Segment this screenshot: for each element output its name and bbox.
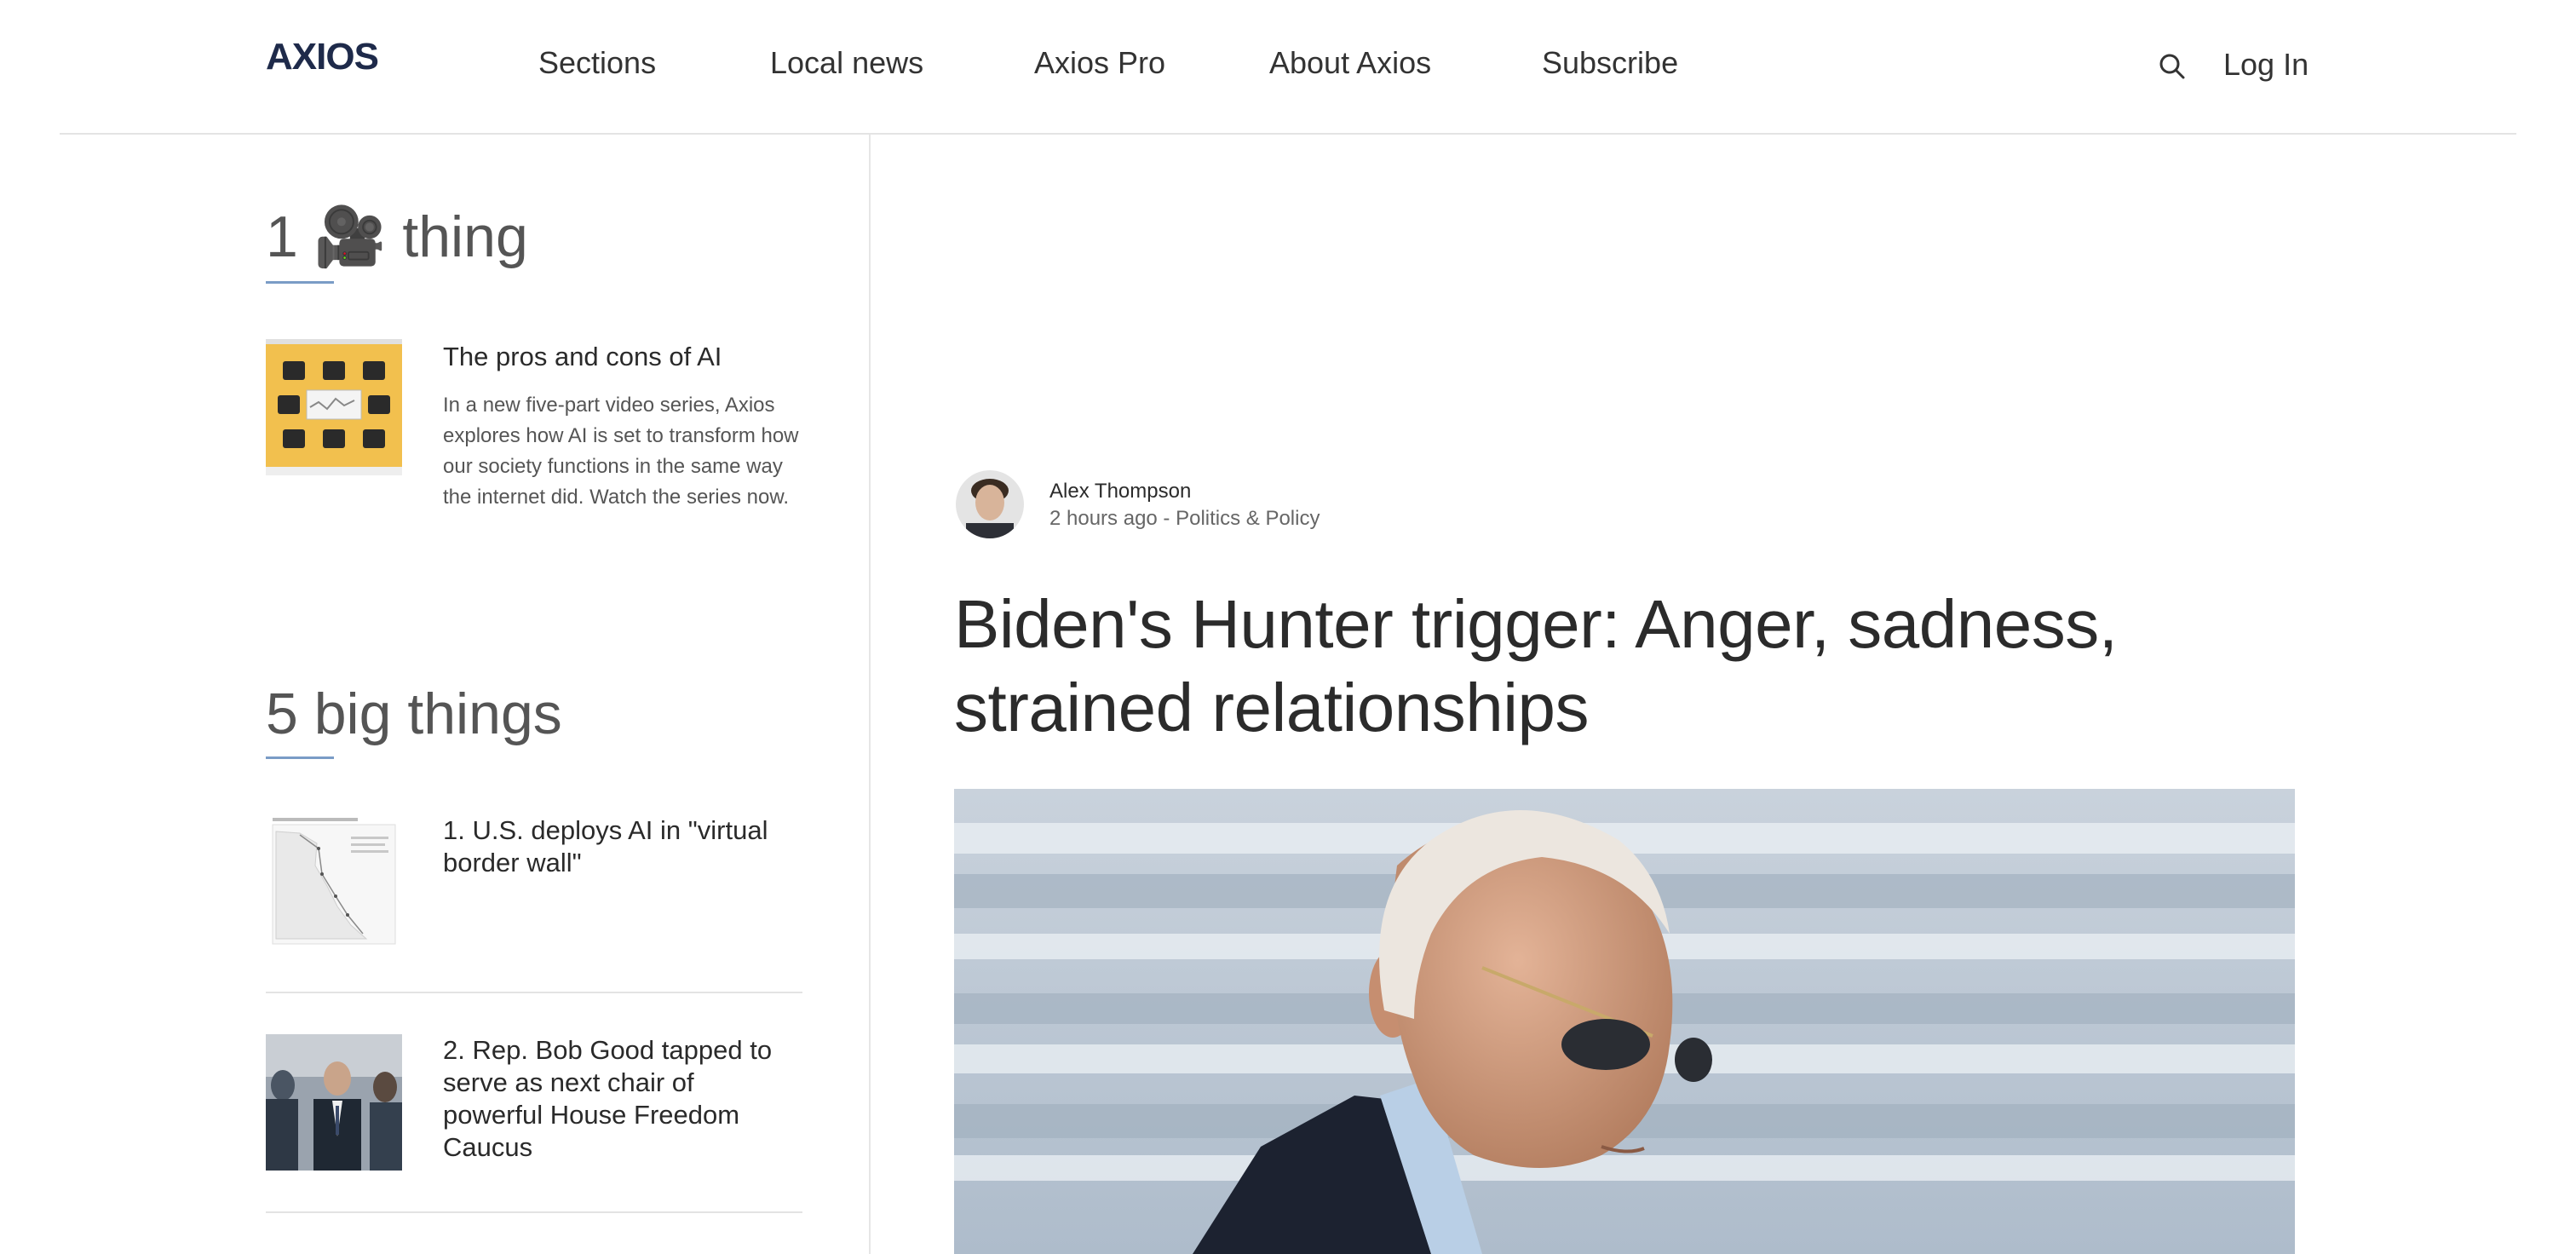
one-thing-title-number: 1 xyxy=(266,204,298,269)
header-divider xyxy=(60,133,2516,135)
article-headline: Biden's Hunter trigger: Anger, sadness, … xyxy=(954,586,2118,745)
article-hero-image xyxy=(954,789,2295,1254)
ai-video-thumbnail[interactable] xyxy=(266,339,402,475)
axios-logo[interactable]: AXIOS xyxy=(266,38,379,76)
border-wall-map-thumbnail[interactable] xyxy=(266,814,402,951)
big-thing-2-headline[interactable]: 2. Rep. Bob Good tapped to serve as next… xyxy=(443,1034,801,1164)
bob-good-photo-thumbnail[interactable] xyxy=(266,1034,402,1171)
search-icon[interactable] xyxy=(2157,51,2188,82)
list-divider xyxy=(266,992,802,993)
article-byline: 2 hours ago - Politics & Policy xyxy=(1049,507,1320,530)
nav-subscribe[interactable]: Subscribe xyxy=(1542,44,1678,82)
author-name[interactable]: Alex Thompson xyxy=(1049,479,1191,504)
one-thing-underline xyxy=(266,281,334,284)
ai-video-description: In a new five-part video series, Axios e… xyxy=(443,394,799,509)
author-avatar[interactable] xyxy=(956,470,1024,538)
big-thing-1-headline[interactable]: 1. U.S. deploys AI in "virtual border wa… xyxy=(443,814,801,879)
ai-video-headline[interactable]: The pros and cons of AI xyxy=(443,341,801,373)
login-link[interactable]: Log In xyxy=(2223,46,2309,83)
nav-local-news[interactable]: Local news xyxy=(770,44,923,82)
nav-axios-pro[interactable]: Axios Pro xyxy=(1034,44,1165,82)
column-divider xyxy=(869,135,871,1254)
big-things-underline xyxy=(266,756,334,759)
movie-camera-icon: 🎥 xyxy=(313,204,387,269)
list-divider xyxy=(266,1211,802,1213)
one-thing-title-word: thing xyxy=(402,204,528,269)
nav-sections[interactable]: Sections xyxy=(538,44,656,82)
nav-about-axios[interactable]: About Axios xyxy=(1269,44,1431,82)
big-things-title: 5 big things xyxy=(266,682,562,746)
one-thing-title: 1 🎥 thing xyxy=(266,201,528,273)
